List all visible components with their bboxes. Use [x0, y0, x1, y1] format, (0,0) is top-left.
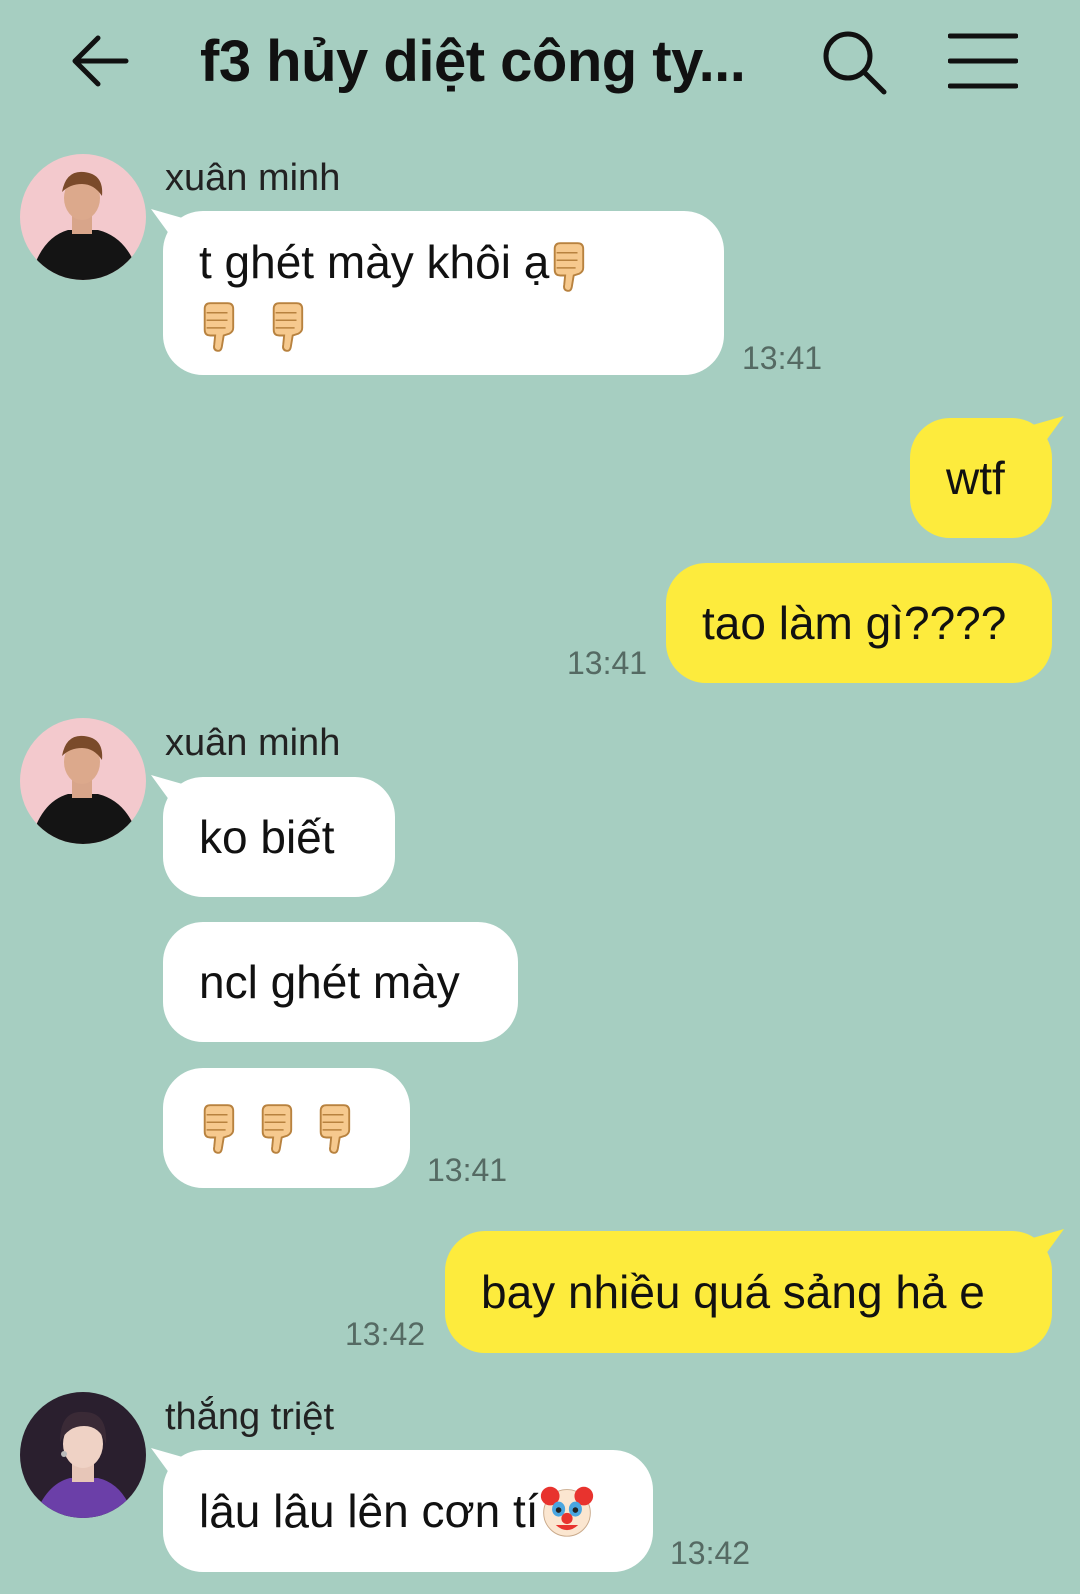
thumbs-down-icon — [257, 1101, 295, 1155]
message-timestamp: 13:42 — [345, 1316, 426, 1352]
top-bar: f3 hủy diệt công ty... — [0, 0, 1080, 125]
message-text: lâu lâu lên cơn tí — [199, 1485, 539, 1537]
avatar-xuan-minh[interactable] — [20, 154, 146, 280]
menu-icon[interactable] — [948, 32, 1018, 90]
search-icon[interactable] — [820, 28, 888, 96]
message-timestamp: 13:42 — [670, 1535, 751, 1571]
thumbs-down-icon — [199, 299, 237, 353]
sender-name: xuân minh — [165, 722, 341, 764]
avatar-photo — [20, 154, 146, 280]
message-timestamp: 13:41 — [567, 645, 648, 681]
message-text: tao làm gì???? — [702, 597, 1007, 649]
thumbs-down-icon — [315, 1101, 353, 1155]
message-bubble[interactable]: t ghét mày khôi ạ — [163, 211, 724, 375]
message-text: t ghét mày khôi ạ — [199, 236, 550, 288]
message-bubble[interactable]: tao làm gì???? — [666, 563, 1052, 683]
message-bubble[interactable]: lâu lâu lên cơn tí — [163, 1450, 653, 1572]
avatar-photo — [20, 1392, 146, 1518]
message-text: ncl ghét mày — [199, 956, 460, 1008]
message-text: wtf — [946, 452, 1005, 504]
chat-title: f3 hủy diệt công ty... — [200, 29, 746, 94]
thumbs-down-icon — [268, 299, 306, 353]
message-timestamp: 13:41 — [427, 1152, 508, 1188]
thumbs-down-icon — [199, 1101, 237, 1155]
message-bubble[interactable]: bay nhiều quá sảng hả e — [445, 1231, 1052, 1353]
avatar-thang-triet[interactable] — [20, 1392, 146, 1518]
back-arrow-icon[interactable] — [68, 30, 130, 92]
thumbs-down-icon — [549, 239, 587, 293]
message-text: ko biết — [199, 811, 335, 863]
clown-face-icon — [539, 1483, 595, 1539]
sender-name: xuân minh — [165, 157, 341, 199]
message-bubble[interactable] — [163, 1068, 410, 1188]
message-text: bay nhiều quá sảng hả e — [481, 1266, 985, 1318]
avatar-photo — [20, 718, 146, 844]
message-bubble[interactable]: ko biết — [163, 777, 395, 897]
message-bubble[interactable]: ncl ghét mày — [163, 922, 518, 1042]
avatar-xuan-minh[interactable] — [20, 718, 146, 844]
message-timestamp: 13:41 — [742, 340, 823, 376]
message-bubble[interactable]: wtf — [910, 418, 1052, 538]
sender-name: thắng triệt — [165, 1396, 334, 1438]
